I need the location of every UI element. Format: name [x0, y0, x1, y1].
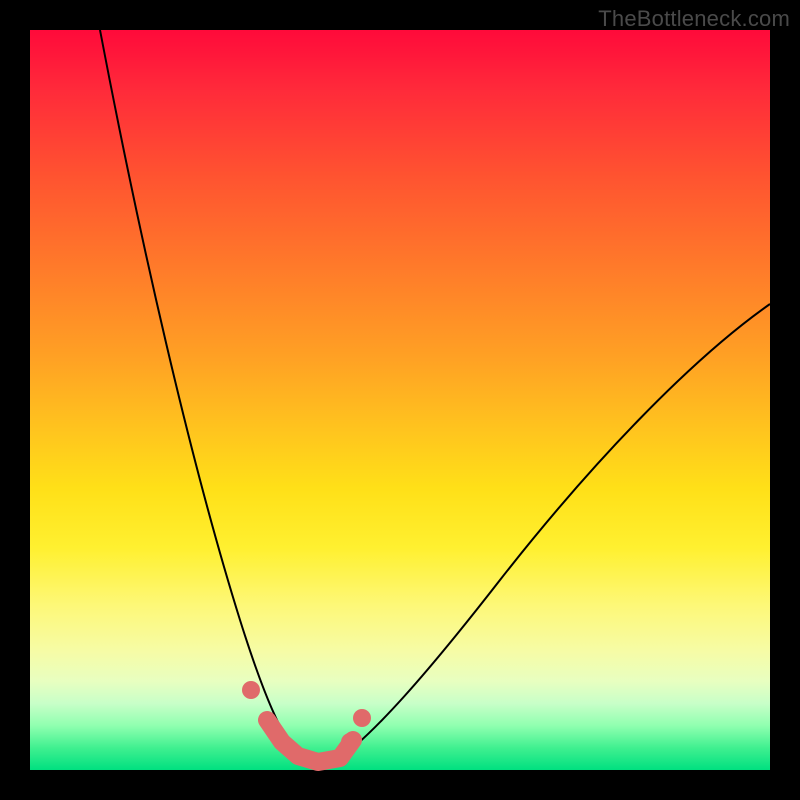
watermark-text: TheBottleneck.com: [598, 6, 790, 32]
right-curve: [330, 304, 770, 765]
chart-frame: TheBottleneck.com: [0, 0, 800, 800]
plot-area: [30, 30, 770, 770]
bottom-marker: [267, 720, 353, 762]
marker-dot-right-upper: [353, 709, 371, 727]
chart-svg: [30, 30, 770, 770]
marker-dot-left: [242, 681, 260, 699]
left-curve: [100, 30, 305, 765]
marker-dot-right-lower: [341, 733, 359, 751]
